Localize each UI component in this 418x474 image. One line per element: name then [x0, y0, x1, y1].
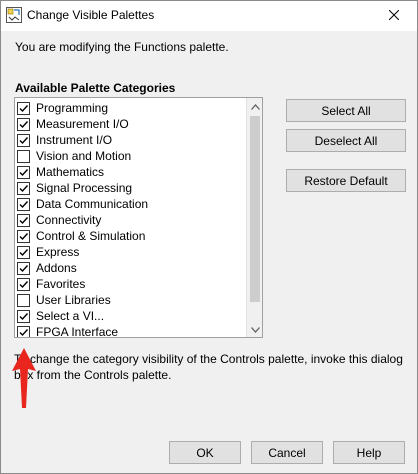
category-label: Connectivity: [36, 213, 102, 227]
list-item[interactable]: Mathematics: [17, 164, 104, 180]
category-label: Signal Processing: [36, 181, 133, 195]
category-label: Programming: [36, 101, 109, 115]
category-label: User Libraries: [36, 293, 111, 307]
chevron-down-icon[interactable]: [250, 322, 260, 336]
list-item[interactable]: Measurement I/O: [17, 116, 129, 132]
list-item[interactable]: FPGA Interface: [17, 324, 119, 338]
category-checkbox[interactable]: [17, 325, 30, 337]
category-checkbox[interactable]: [17, 117, 30, 131]
category-checkbox[interactable]: [17, 149, 30, 163]
categories-label: Available Palette Categories: [15, 81, 176, 95]
category-checkbox[interactable]: [17, 197, 30, 211]
category-label: Favorites: [36, 277, 86, 291]
scrollbar-thumb[interactable]: [250, 116, 260, 302]
category-checkbox[interactable]: [17, 245, 30, 259]
category-checkbox[interactable]: [17, 229, 30, 243]
title-bar[interactable]: Change Visible Palettes: [1, 1, 417, 31]
list-item[interactable]: Favorites: [17, 276, 85, 292]
list-item[interactable]: Express: [17, 244, 79, 260]
category-label: Express: [36, 245, 80, 259]
palette-categories-list[interactable]: Programming Measurement I/O Instrument I/O…: [14, 97, 263, 338]
category-checkbox[interactable]: [17, 309, 30, 323]
category-checkbox[interactable]: [17, 101, 30, 115]
category-checkbox[interactable]: [17, 293, 30, 307]
category-checkbox[interactable]: [17, 261, 30, 275]
labview-vi-icon: [6, 7, 22, 23]
category-checkbox[interactable]: [17, 181, 30, 195]
select-all-button[interactable]: Select All: [286, 99, 406, 122]
category-checkbox[interactable]: [17, 277, 30, 291]
list-item[interactable]: Programming: [17, 100, 108, 116]
list-item[interactable]: Select a VI...: [17, 308, 104, 324]
window-title: Change Visible Palettes: [27, 8, 155, 22]
list-item[interactable]: User Libraries: [17, 292, 111, 308]
list-item[interactable]: Connectivity: [17, 212, 101, 228]
category-checkbox[interactable]: [17, 165, 30, 179]
category-checkbox[interactable]: [17, 213, 30, 227]
list-item[interactable]: Signal Processing: [17, 180, 132, 196]
category-label: Vision and Motion: [36, 149, 132, 163]
help-button[interactable]: Help: [333, 441, 405, 464]
list-item[interactable]: Data Communication: [17, 196, 148, 212]
category-label: Addons: [36, 261, 77, 275]
scroll-up-button[interactable]: [247, 98, 262, 114]
category-checkbox[interactable]: [17, 133, 30, 147]
category-label: Select a VI...: [36, 309, 105, 323]
category-label: Data Communication: [36, 197, 149, 211]
help-text: To change the category visibility of the…: [14, 352, 403, 382]
change-visible-palettes-dialog: Change Visible Palettes You are modifyin…: [0, 0, 418, 474]
scroll-down-button[interactable]: [247, 321, 262, 337]
vertical-scrollbar[interactable]: [246, 98, 262, 337]
chevron-up-icon[interactable]: [250, 99, 260, 113]
category-label: FPGA Interface: [36, 325, 119, 338]
close-button[interactable]: [371, 1, 417, 31]
close-icon[interactable]: [388, 9, 400, 23]
category-label: Mathematics: [36, 165, 105, 179]
intro-text: You are modifying the Functions palette.: [15, 40, 229, 54]
cancel-button[interactable]: Cancel: [251, 441, 323, 464]
list-item[interactable]: Instrument I/O: [17, 132, 112, 148]
category-label: Control & Simulation: [36, 229, 146, 243]
category-label: Measurement I/O: [36, 117, 129, 131]
list-item[interactable]: Control & Simulation: [17, 228, 145, 244]
list-item[interactable]: Vision and Motion: [17, 148, 131, 164]
red-arrow-up-icon: [9, 347, 39, 409]
category-label: Instrument I/O: [36, 133, 113, 147]
list-item[interactable]: Addons: [17, 260, 77, 276]
ok-button[interactable]: OK: [169, 441, 241, 464]
restore-default-button[interactable]: Restore Default: [286, 169, 406, 192]
deselect-all-button[interactable]: Deselect All: [286, 129, 406, 152]
